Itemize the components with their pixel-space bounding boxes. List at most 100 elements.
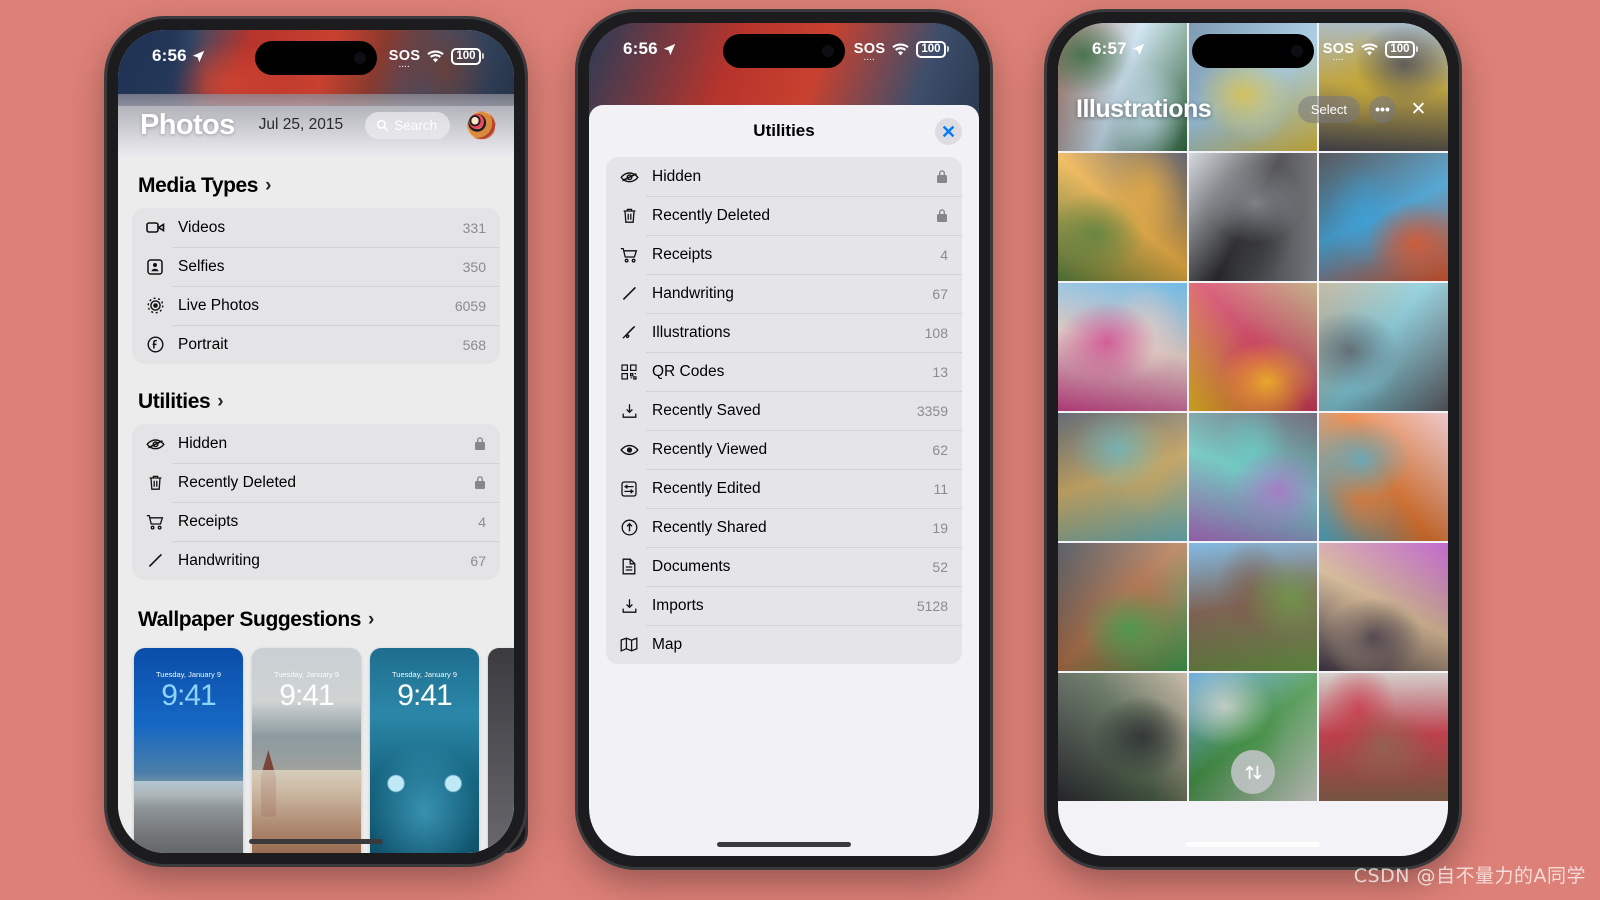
list-item-handwriting[interactable]: Handwriting 67 xyxy=(606,274,962,313)
list-item-hidden[interactable]: Hidden xyxy=(606,157,962,196)
photos-scroll-area[interactable]: Media Types › Videos 331 Selfies 350 Liv… xyxy=(118,156,514,853)
item-count: 331 xyxy=(462,219,486,236)
list-item-documents[interactable]: Documents 52 xyxy=(606,547,962,586)
list-item-receipts[interactable]: Receipts 4 xyxy=(606,235,962,274)
item-count: 52 xyxy=(932,558,948,575)
more-options-icon[interactable]: ••• xyxy=(1369,95,1396,123)
photo-thumbnail[interactable] xyxy=(1058,543,1187,671)
list-item-recently-edited[interactable]: Recently Edited 11 xyxy=(606,469,962,508)
import-icon xyxy=(619,598,639,614)
close-icon[interactable]: ✕ xyxy=(935,118,962,145)
document-icon xyxy=(619,558,639,575)
item-count: 108 xyxy=(924,324,948,341)
section-title: Media Types xyxy=(138,174,259,197)
cart-icon xyxy=(619,247,639,263)
dynamic-island xyxy=(723,34,845,68)
item-count: 350 xyxy=(462,258,486,275)
list-item-imports[interactable]: Imports 5128 xyxy=(606,586,962,625)
list-item-live-photos[interactable]: Live Photos 6059 xyxy=(132,286,500,325)
battery-level: 100 xyxy=(451,47,481,65)
sheet-title: Utilities xyxy=(753,121,815,140)
chevron-right-icon: › xyxy=(217,391,224,412)
phone-2-utilities-sheet: 6:56 SOS 100 Utilities ✕ Hidden xyxy=(578,12,990,867)
item-label: Recently Saved xyxy=(652,401,761,419)
thumbnail-texture xyxy=(1058,673,1187,801)
location-arrow-icon xyxy=(663,43,676,55)
list-item-illustrations[interactable]: Illustrations 108 xyxy=(606,313,962,352)
wallpaper-card-cat[interactable]: Tuesday, January 9 9:41 xyxy=(370,648,479,853)
search-button[interactable]: Search xyxy=(365,111,450,139)
select-button[interactable]: Select xyxy=(1297,95,1360,123)
list-item-portrait[interactable]: Portrait 568 xyxy=(132,325,500,364)
list-item-qr-codes[interactable]: QR Codes 13 xyxy=(606,352,962,391)
list-item-map[interactable]: Map xyxy=(606,625,962,664)
phone-1-photos-app: 6:56 SOS 100 Photos Jul 25, 2015 Search … xyxy=(107,19,525,864)
section-header-media-types[interactable]: Media Types › xyxy=(132,156,500,208)
item-label: Illustrations xyxy=(652,323,731,341)
photo-thumbnail[interactable] xyxy=(1058,283,1187,411)
photo-thumbnail[interactable] xyxy=(1319,673,1448,801)
list-item-recently-viewed[interactable]: Recently Viewed 62 xyxy=(606,430,962,469)
album-title: Illustrations xyxy=(1076,94,1212,123)
list-item-selfies[interactable]: Selfies 350 xyxy=(132,247,500,286)
photo-thumbnail[interactable] xyxy=(1188,283,1318,411)
item-count: 3359 xyxy=(916,402,948,419)
photo-thumbnail[interactable] xyxy=(1188,153,1318,281)
section-header-utilities[interactable]: Utilities › xyxy=(132,364,500,424)
battery-level: 100 xyxy=(1385,40,1415,58)
section-header-wallpaper-suggestions[interactable]: Wallpaper Suggestions › xyxy=(132,580,500,642)
wallpaper-card-city[interactable]: Tuesday, January 9 9:41 xyxy=(252,648,361,853)
sort-arrows-icon[interactable] xyxy=(1231,750,1275,794)
sheet-header: Utilities ✕ xyxy=(589,105,979,157)
list-item-hidden[interactable]: Hidden xyxy=(132,424,500,463)
wallpaper-day: Tuesday, January 9 xyxy=(155,670,222,679)
thumbnail-texture xyxy=(1058,153,1187,281)
dynamic-island xyxy=(1192,34,1314,68)
photo-thumbnail[interactable] xyxy=(1319,413,1448,541)
phone-3-screen: 6:57 SOS 100 Illustrations Select ••• ✕ xyxy=(1058,23,1448,856)
avatar[interactable] xyxy=(467,110,496,140)
item-label: Recently Shared xyxy=(652,518,767,536)
phone-3-illustrations-album: 6:57 SOS 100 Illustrations Select ••• ✕ xyxy=(1047,12,1459,867)
item-label: Receipts xyxy=(178,512,239,530)
list-item-recently-deleted[interactable]: Recently Deleted xyxy=(606,196,962,235)
album-actions: Select ••• ✕ xyxy=(1297,95,1432,123)
item-count: 67 xyxy=(932,285,948,302)
photo-thumbnail[interactable] xyxy=(1188,543,1318,671)
photo-grid[interactable] xyxy=(1058,23,1448,856)
list-item-recently-deleted[interactable]: Recently Deleted xyxy=(132,463,500,502)
wallpaper-day: Tuesday, January 9 xyxy=(391,670,458,679)
photo-thumbnail[interactable] xyxy=(1319,283,1448,411)
sos-indicator: SOS xyxy=(854,41,886,64)
item-label: Handwriting xyxy=(652,284,734,302)
list-item-videos[interactable]: Videos 331 xyxy=(132,208,500,247)
photo-thumbnail[interactable] xyxy=(1058,153,1187,281)
watermark: CSDN @自不量力的A同学 xyxy=(1353,865,1586,887)
wallpaper-card-beach[interactable]: Tuesday, January 9 9:41 xyxy=(134,648,243,853)
pencil-icon xyxy=(619,285,639,302)
eye-slash-icon xyxy=(145,437,165,451)
thumbnail-texture xyxy=(1188,153,1318,281)
list-item-recently-saved[interactable]: Recently Saved 3359 xyxy=(606,391,962,430)
photo-thumbnail[interactable] xyxy=(1058,413,1187,541)
list-item-recently-shared[interactable]: Recently Shared 19 xyxy=(606,508,962,547)
photo-thumbnail[interactable] xyxy=(1319,153,1448,281)
item-count: 568 xyxy=(462,336,486,353)
photo-thumbnail[interactable] xyxy=(1058,673,1187,801)
item-count: 11 xyxy=(933,480,948,497)
item-count: 19 xyxy=(932,519,948,536)
photo-thumbnail[interactable] xyxy=(1319,543,1448,671)
wallpaper-carousel[interactable]: Tuesday, January 9 9:41 Tuesday, January… xyxy=(132,642,514,853)
item-label: Hidden xyxy=(652,167,702,185)
section-title: Wallpaper Suggestions xyxy=(138,608,362,631)
list-item-handwriting[interactable]: Handwriting 67 xyxy=(132,541,500,580)
wallpaper-card-partial[interactable] xyxy=(488,648,514,853)
eye-icon xyxy=(619,443,639,457)
thumbnail-texture xyxy=(1188,413,1318,541)
list-item-receipts[interactable]: Receipts 4 xyxy=(132,502,500,541)
close-icon[interactable]: ✕ xyxy=(1405,96,1432,123)
eye-slash-icon xyxy=(619,170,639,184)
photo-thumbnail[interactable] xyxy=(1188,413,1318,541)
selfie-icon xyxy=(145,258,165,275)
wallpaper-time: 9:41 xyxy=(397,679,452,712)
